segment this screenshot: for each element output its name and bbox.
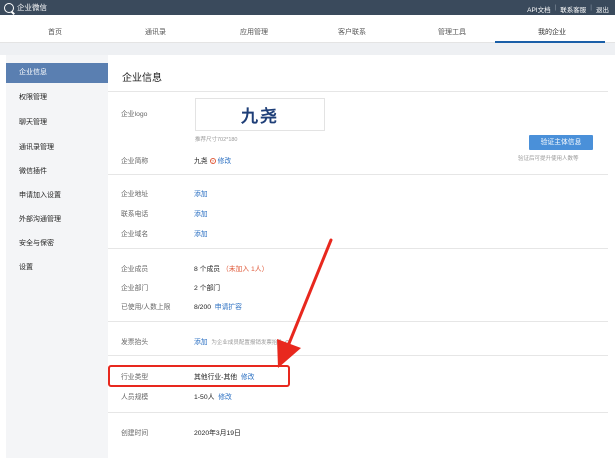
sidebar-item-external-communication[interactable]: 外部沟通管理 [6,210,108,230]
divider [108,412,608,413]
created-label: 创建时间 [121,430,149,437]
verify-hint: 验证后可提升使用人数等 [518,156,579,162]
logo-size-hint: 推荐尺寸702*180 [195,137,238,143]
invoice-note: 为企业成员配置报销发票抬头 [211,340,283,346]
sidebar-item-chat-management[interactable]: 聊天管理 [6,113,108,133]
api-docs-link[interactable]: API文档 [527,4,550,14]
members-label: 企业成员 [121,266,149,273]
highlight-box [108,365,290,387]
address-label: 企业地址 [121,191,149,198]
nav-band [0,43,615,55]
domain-label: 企业域名 [121,231,149,238]
add-invoice-link[interactable]: 添加 [194,339,208,346]
tab-app-management[interactable]: 应用管理 [240,27,268,37]
add-address-link[interactable]: 添加 [194,188,208,198]
sidebar-item-wechat-plugin[interactable]: 微信插件 [6,162,108,182]
members-row: 8 个成员 （未加入 1人） [194,263,268,273]
divider [108,355,608,356]
verify-entity-button[interactable]: 验证主体信息 [529,135,593,150]
sidebar-item-permissions[interactable]: 权限管理 [6,88,108,108]
departments-label: 企业部门 [121,285,149,292]
sidebar-item-security[interactable]: 安全与保密 [6,234,108,254]
sidebar-item-settings[interactable]: 设置 [6,258,108,278]
quota-label: 已使用/人数上限 [121,304,171,311]
wecom-logo-icon [4,2,14,13]
tab-my-enterprise[interactable]: 我的企业 [538,27,566,37]
divider [108,321,608,322]
divider [108,174,608,175]
sidebar-item-join-settings[interactable]: 申请加入设置 [6,186,108,206]
departments-value: 2 个部门 [194,285,221,292]
tab-home[interactable]: 首页 [48,27,62,37]
short-name-label: 企业简称 [121,158,149,165]
tab-contacts[interactable]: 通讯录 [145,27,166,37]
info-icon[interactable]: i [284,340,290,345]
top-links: API文档 | 联系客服 | 退出 [527,4,609,14]
members-pending-note[interactable]: （未加入 1人） [222,266,268,273]
scale-label: 人员规模 [121,394,149,401]
phone-label: 联系电话 [121,211,149,218]
quota-row: 8/200 申请扩容 [194,301,242,311]
quota-value: 8/200 [194,304,212,311]
scale-row: 1-50人 修改 [194,391,232,401]
enterprise-logo[interactable]: 九尧 [195,98,325,131]
edit-scale-link[interactable]: 修改 [218,394,232,401]
sidebar-item-enterprise-info[interactable]: 企业信息 [6,63,108,83]
logo-text: 九尧 [241,107,279,127]
request-expansion-link[interactable]: 申请扩容 [215,304,242,311]
created-value: 2020年3月19日 [194,430,241,437]
short-name-row: 九尧? 修改 [194,155,231,165]
app-name: 企业微信 [17,3,47,12]
edit-short-name-link[interactable]: 修改 [218,158,232,165]
add-domain-link[interactable]: 添加 [194,228,208,238]
tab-customer-contact[interactable]: 客户联系 [338,27,366,37]
top-bar: 企业微信 API文档 | 联系客服 | 退出 [0,0,615,15]
contact-support-link[interactable]: 联系客服 [560,4,586,14]
invoice-row: 添加 为企业成员配置报销发票抬头 i [194,336,290,346]
page-title: 企业信息 [122,73,162,84]
sidebar-item-contacts-management[interactable]: 通讯录管理 [6,138,108,158]
logo-label: 企业logo [121,111,148,118]
add-phone-link[interactable]: 添加 [194,208,208,218]
short-name-value: 九尧 [194,158,208,165]
main-panel: 企业信息 企业logo 九尧 推荐尺寸702*180 验证主体信息 验证后可提升… [108,55,608,458]
main-nav: 首页 通讯录 应用管理 客户联系 管理工具 我的企业 [0,15,615,43]
scale-value: 1-50人 [194,394,215,401]
divider [108,91,608,92]
divider [108,248,608,249]
invoice-label: 发票抬头 [121,339,149,346]
help-icon[interactable]: ? [209,158,216,164]
tab-management-tools[interactable]: 管理工具 [438,27,466,37]
members-value: 8 个成员 [194,266,221,273]
sidebar: 企业信息 权限管理 聊天管理 通讯录管理 微信插件 申请加入设置 外部沟通管理 … [6,55,108,458]
app-logo[interactable]: 企业微信 [4,2,47,13]
logout-link[interactable]: 退出 [596,4,609,14]
